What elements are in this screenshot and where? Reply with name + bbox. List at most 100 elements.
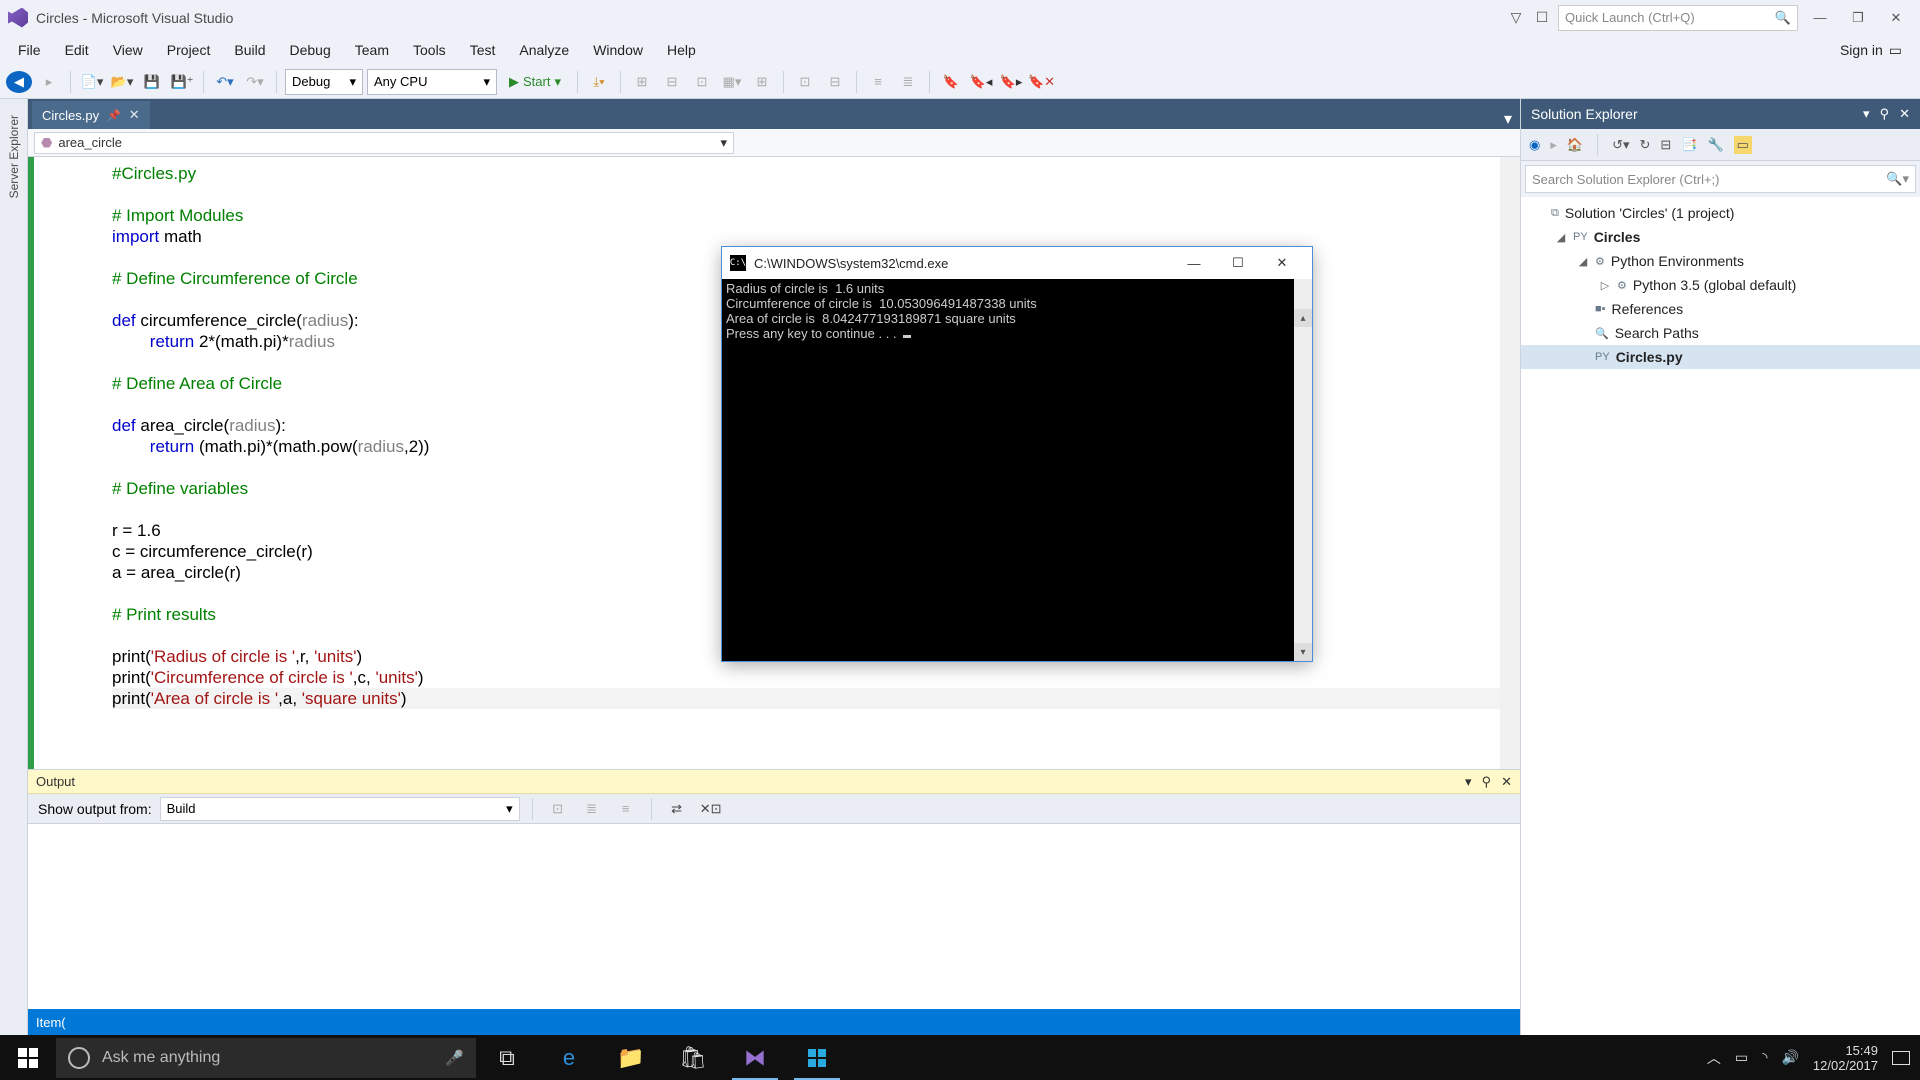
se-preview-icon[interactable]: ▭ <box>1734 136 1752 154</box>
solution-platform-dropdown[interactable]: Any CPU▾ <box>367 69 497 95</box>
se-fwd-icon[interactable]: ▸ <box>1550 137 1557 153</box>
microphone-icon[interactable]: 🎤 <box>445 1049 464 1067</box>
output-wrap-button[interactable]: ⇄ <box>664 796 690 822</box>
se-dropdown-icon[interactable]: ▾ <box>1863 106 1870 122</box>
close-button[interactable]: ✕ <box>1880 5 1912 31</box>
solution-explorer-tree[interactable]: ⧉Solution 'Circles' (1 project)◢PYCircle… <box>1521 197 1920 1035</box>
toolbar-btn-7[interactable]: ⊟ <box>822 69 848 95</box>
se-node[interactable]: ■▪References <box>1521 297 1920 321</box>
taskbar-app-edge[interactable]: e <box>538 1035 600 1080</box>
taskbar-app-visualstudio[interactable]: ⧓ <box>724 1035 786 1080</box>
tray-volume-icon[interactable]: 🔊 <box>1781 1049 1798 1066</box>
output-dropdown-icon[interactable]: ▾ <box>1465 774 1472 790</box>
toolbar-btn-1[interactable]: ⊞ <box>629 69 655 95</box>
se-node[interactable]: PYCircles.py <box>1521 345 1920 369</box>
se-home-icon[interactable]: 🏠 <box>1567 137 1583 153</box>
output-close-icon[interactable]: ✕ <box>1501 774 1512 790</box>
menu-debug[interactable]: Debug <box>278 35 343 65</box>
output-pin-icon[interactable]: ⚲ <box>1482 774 1492 790</box>
code-line[interactable]: #Circles.py <box>112 163 1500 184</box>
editor-scrollbar[interactable] <box>1500 157 1520 769</box>
code-line[interactable]: print('Area of circle is ',a, 'square un… <box>112 688 1500 709</box>
toolbar-btn-8[interactable]: ≡ <box>865 69 891 95</box>
tab-well-dropdown[interactable]: ▾ <box>1496 109 1520 129</box>
menu-window[interactable]: Window <box>581 35 655 65</box>
nav-back-button[interactable]: ◀ <box>6 71 32 93</box>
toolbar-btn-6[interactable]: ⊡ <box>792 69 818 95</box>
prev-bookmark-button[interactable]: 🔖◂ <box>968 69 994 95</box>
toolbar-btn-2[interactable]: ⊟ <box>659 69 685 95</box>
sign-in-button[interactable]: Sign in ▭ <box>1828 35 1914 65</box>
toolbar-btn-4[interactable]: ▦▾ <box>719 69 745 95</box>
se-node[interactable]: ▷⚙Python 3.5 (global default) <box>1521 273 1920 297</box>
menu-build[interactable]: Build <box>222 35 277 65</box>
quick-launch-input[interactable]: Quick Launch (Ctrl+Q) 🔍 <box>1558 5 1798 31</box>
toolbar-btn-3[interactable]: ⊡ <box>689 69 715 95</box>
step-into-button[interactable]: ⤓▾ <box>586 69 612 95</box>
taskbar-app-explorer[interactable]: 📁 <box>600 1035 662 1080</box>
code-line[interactable]: import math <box>112 226 1500 247</box>
restore-button[interactable]: ❐ <box>1842 5 1874 31</box>
clear-bookmarks-button[interactable]: 🔖✕ <box>1028 69 1055 95</box>
taskbar-app-cmd[interactable] <box>786 1035 848 1080</box>
se-pin-icon[interactable]: ⚲ <box>1880 106 1890 122</box>
code-line[interactable]: # Import Modules <box>112 205 1500 226</box>
cmd-close-button[interactable]: ✕ <box>1260 248 1304 278</box>
code-line[interactable] <box>112 184 1500 205</box>
output-clear-button[interactable]: ✕⊡ <box>698 796 724 822</box>
taskbar-app-store[interactable]: 🛍 <box>662 1035 724 1080</box>
tab-close-icon[interactable]: ✕ <box>129 107 140 123</box>
save-button[interactable]: 💾 <box>139 69 165 95</box>
show-output-from-dropdown[interactable]: Build▾ <box>160 797 520 821</box>
next-bookmark-button[interactable]: 🔖▸ <box>998 69 1024 95</box>
se-close-icon[interactable]: ✕ <box>1899 106 1910 122</box>
menu-view[interactable]: View <box>101 35 155 65</box>
task-view-button[interactable]: ⧉ <box>476 1035 538 1080</box>
cortana-search-box[interactable]: Ask me anything 🎤 <box>56 1038 476 1078</box>
menu-tools[interactable]: Tools <box>401 35 458 65</box>
menu-edit[interactable]: Edit <box>53 35 101 65</box>
new-project-button[interactable]: 📄▾ <box>79 69 105 95</box>
se-refresh-icon[interactable]: ↻ <box>1639 137 1650 153</box>
tray-chevron-icon[interactable]: ︿ <box>1707 1048 1721 1068</box>
cmd-body[interactable]: Radius of circle is 1.6 units Circumfere… <box>722 279 1312 661</box>
se-back-icon[interactable]: ◉ <box>1529 137 1540 153</box>
toolbar-btn-5[interactable]: ⊞ <box>749 69 775 95</box>
cmd-scroll-down[interactable]: ▾ <box>1294 643 1312 661</box>
tray-clock[interactable]: 15:49 12/02/2017 <box>1813 1043 1878 1073</box>
cmd-scroll-up[interactable]: ▴ <box>1294 309 1312 327</box>
tray-battery-icon[interactable]: ▭ <box>1735 1049 1748 1066</box>
save-all-button[interactable]: 💾⁺ <box>169 69 195 95</box>
se-node[interactable]: ◢⚙Python Environments <box>1521 249 1920 273</box>
menu-file[interactable]: File <box>6 35 53 65</box>
menu-analyze[interactable]: Analyze <box>507 35 581 65</box>
cmd-scrollbar[interactable]: ▴ ▾ <box>1294 279 1312 661</box>
se-node[interactable]: ◢PYCircles <box>1521 225 1920 249</box>
se-node[interactable]: 🔍Search Paths <box>1521 321 1920 345</box>
toolbar-btn-9[interactable]: ≣ <box>895 69 921 95</box>
code-line[interactable]: print('Circumference of circle is ',c, '… <box>112 667 1500 688</box>
menu-help[interactable]: Help <box>655 35 708 65</box>
pin-icon[interactable]: 📌 <box>107 109 121 122</box>
output-body[interactable] <box>28 824 1520 1009</box>
member-dropdown[interactable]: ⬣area_circle ▾ <box>34 132 734 154</box>
server-explorer-tab[interactable]: Server Explorer <box>3 105 25 208</box>
se-node[interactable]: ⧉Solution 'Circles' (1 project) <box>1521 201 1920 225</box>
open-button[interactable]: 📂▾ <box>109 69 135 95</box>
se-collapse-icon[interactable]: ⊟ <box>1660 137 1671 153</box>
nav-forward-button[interactable]: ▸ <box>36 69 62 95</box>
cmd-maximize-button[interactable]: ☐ <box>1216 248 1260 278</box>
se-properties-icon[interactable]: 🔧 <box>1707 137 1723 153</box>
cmd-titlebar[interactable]: C:\ C:\WINDOWS\system32\cmd.exe ― ☐ ✕ <box>722 247 1312 279</box>
output-btn-1[interactable]: ⊡ <box>545 796 571 822</box>
se-showall-icon[interactable]: 📑 <box>1681 137 1697 153</box>
tray-wifi-icon[interactable]: ◝ <box>1762 1049 1767 1066</box>
menu-test[interactable]: Test <box>458 35 508 65</box>
undo-button[interactable]: ↶▾ <box>212 69 238 95</box>
se-sync-icon[interactable]: ↺▾ <box>1612 137 1629 153</box>
document-tab-circles[interactable]: Circles.py 📌 ✕ <box>32 101 150 129</box>
solution-config-dropdown[interactable]: Debug▾ <box>285 69 363 95</box>
menu-project[interactable]: Project <box>155 35 223 65</box>
output-btn-3[interactable]: ≡ <box>613 796 639 822</box>
notifications-filter-icon[interactable]: ▽ <box>1506 8 1526 28</box>
